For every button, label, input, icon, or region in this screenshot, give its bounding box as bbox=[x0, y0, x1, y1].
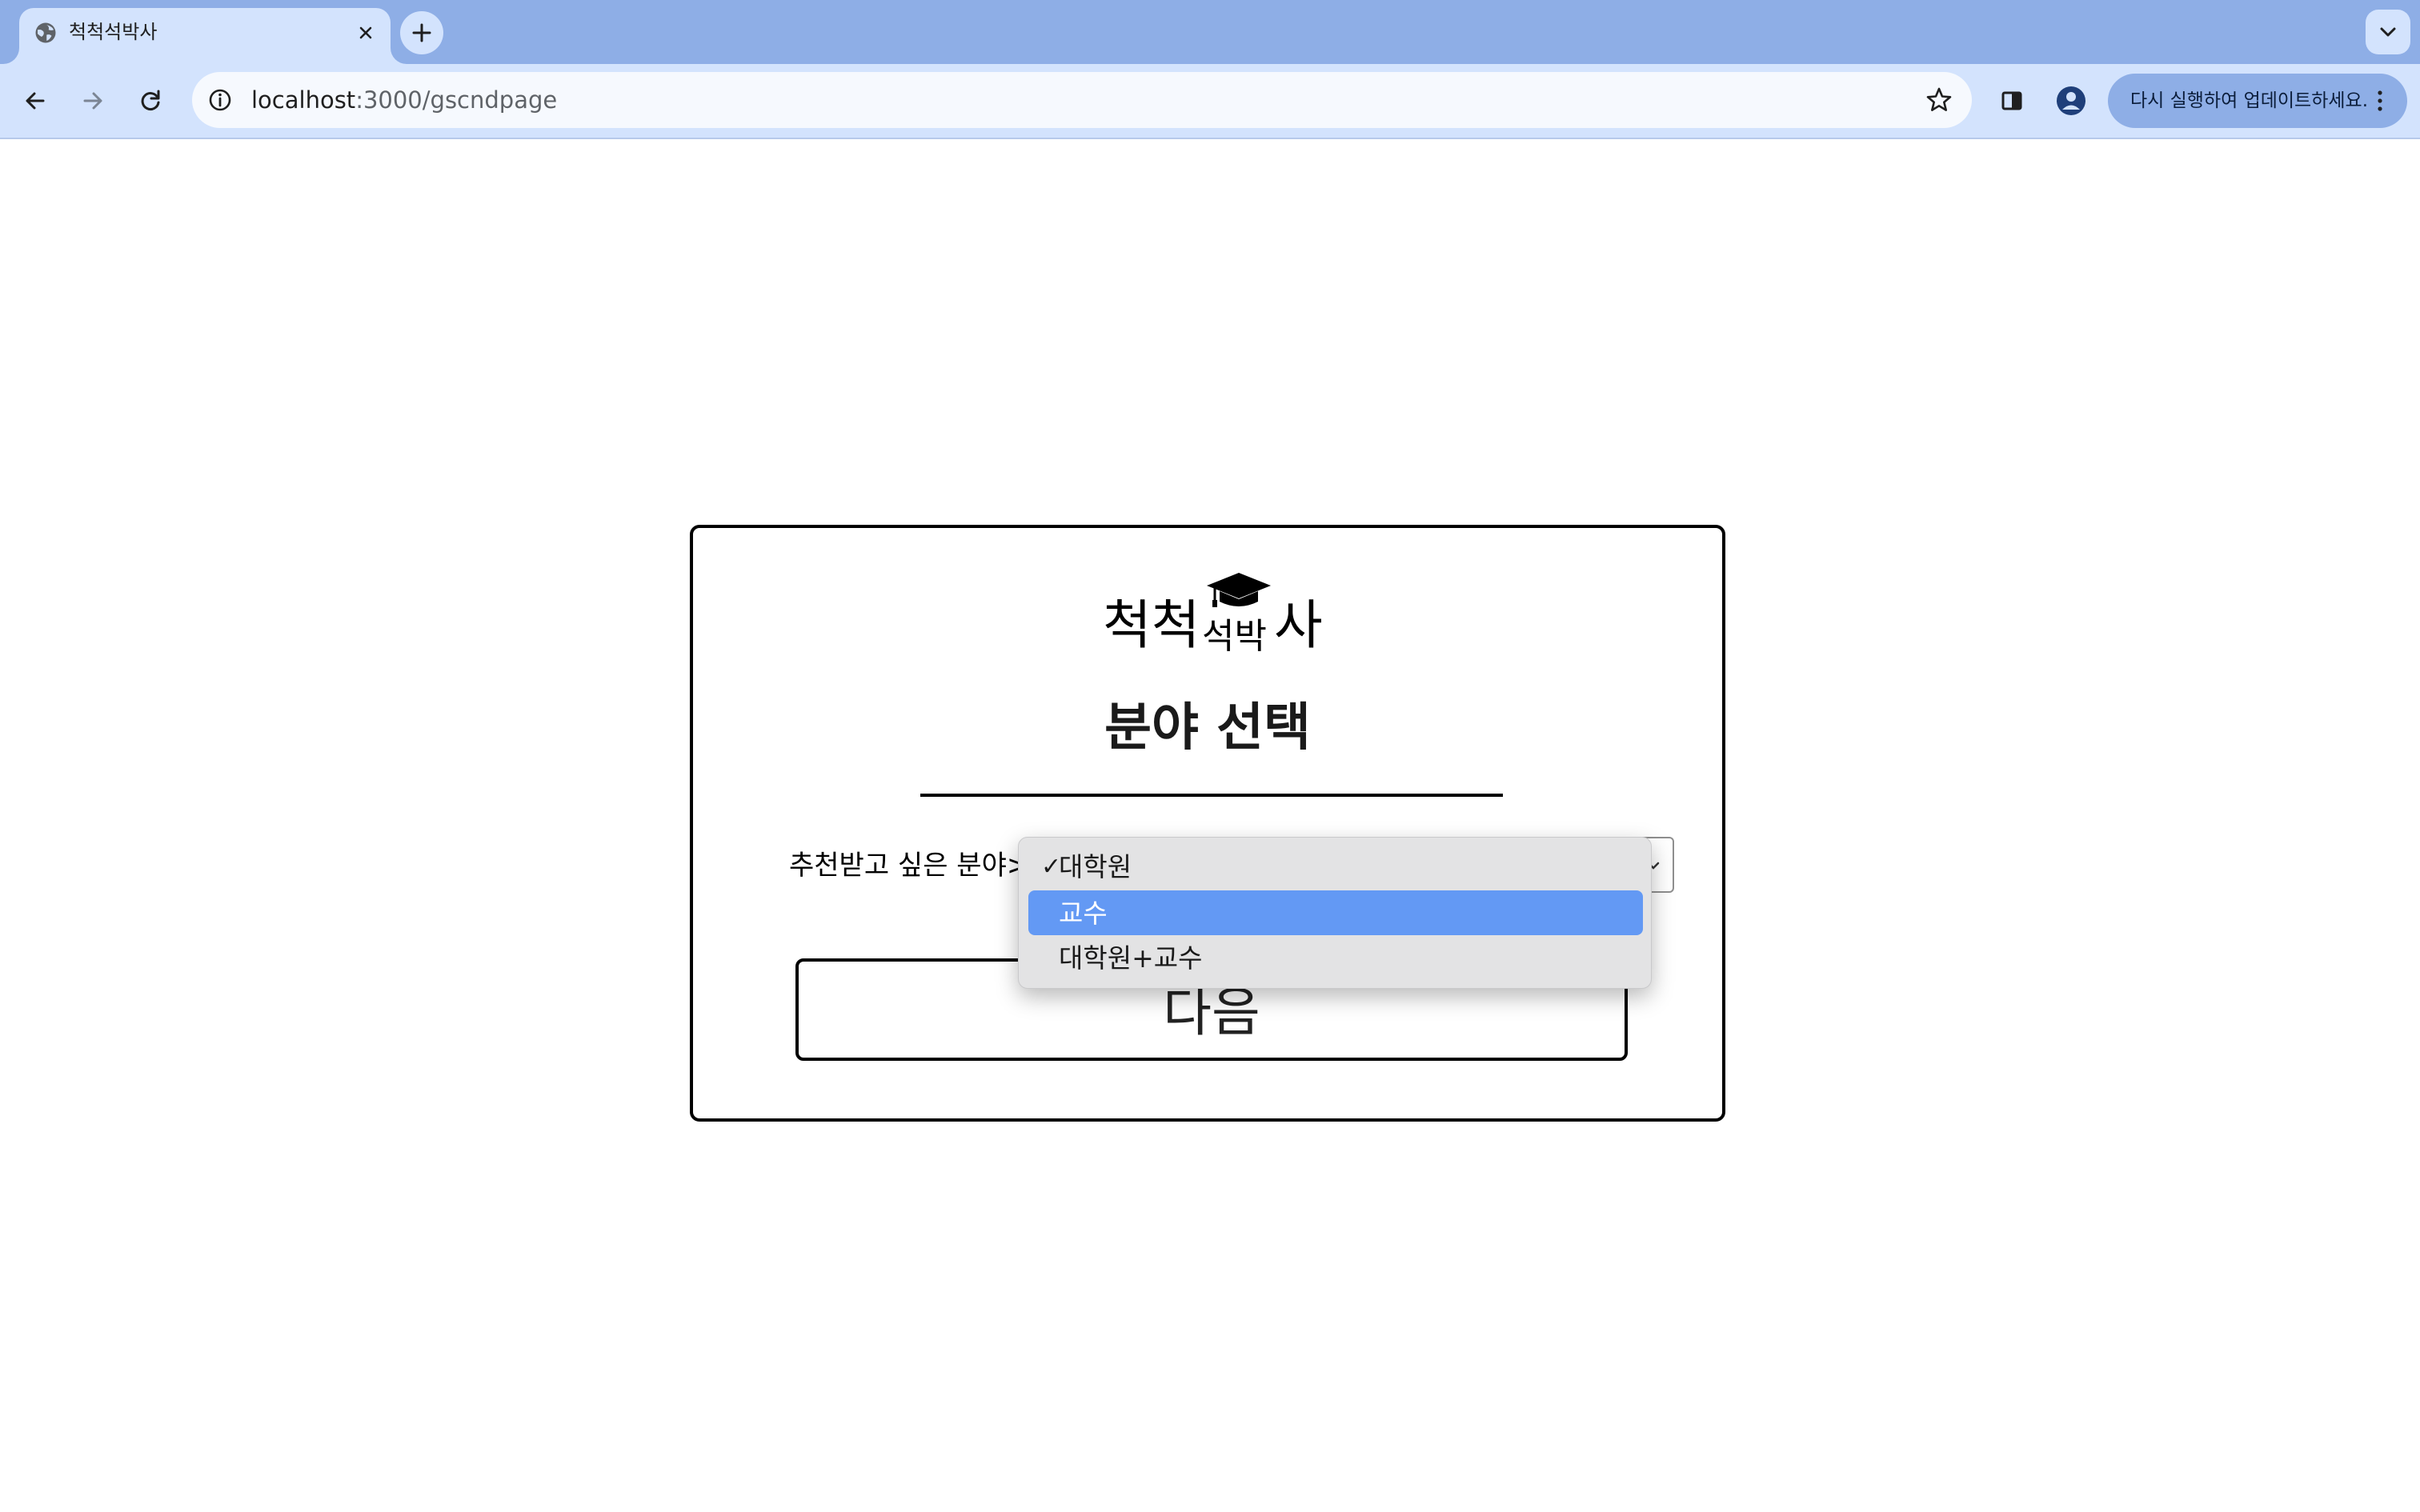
kebab-menu-icon[interactable] bbox=[2366, 86, 2394, 115]
option-label: 교수 bbox=[1059, 898, 1108, 929]
field-label: 추천받고 싶은 분야> bbox=[789, 850, 1030, 882]
option-label: 대학원 bbox=[1059, 851, 1132, 882]
profile-button[interactable] bbox=[2049, 78, 2093, 123]
star-icon[interactable] bbox=[1921, 82, 1957, 118]
forward-arrow-icon bbox=[83, 92, 102, 110]
url-text[interactable]: localhost:3000/gscndpage bbox=[251, 86, 557, 114]
browser-tab[interactable]: 척척석박사 bbox=[19, 8, 391, 64]
back-button[interactable] bbox=[13, 78, 58, 123]
title-divider bbox=[920, 794, 1503, 797]
logo-text-part3: 사 bbox=[1274, 594, 1323, 656]
option-grad-school-and-professor[interactable]: 대학원+교수 bbox=[1028, 935, 1643, 980]
chevron-down-icon bbox=[2380, 27, 2396, 37]
tab-strip: 척척석박사 bbox=[0, 0, 2420, 64]
side-panel-icon bbox=[2001, 91, 2022, 110]
url-path: :3000/gscndpage bbox=[355, 86, 558, 114]
close-icon[interactable] bbox=[352, 19, 379, 46]
url-host: localhost bbox=[251, 86, 356, 114]
tab-title: 척척석박사 bbox=[69, 21, 158, 43]
forward-button[interactable] bbox=[70, 78, 115, 123]
option-label: 대학원+교수 bbox=[1059, 942, 1203, 974]
profile-icon bbox=[2057, 86, 2085, 115]
selection-card: 척척 석박 사 분야 선택 추천받고 싶은 분야> 다음 bbox=[690, 525, 1725, 1122]
logo-text-part2: 석박 bbox=[1202, 616, 1267, 657]
field-dropdown-menu: ✓ 대학원 교수 대학원+교수 bbox=[1018, 837, 1652, 989]
globe-icon bbox=[34, 21, 58, 45]
address-bar[interactable]: localhost:3000/gscndpage bbox=[192, 72, 1972, 128]
info-icon[interactable] bbox=[203, 83, 237, 117]
plus-icon bbox=[412, 23, 431, 42]
reload-icon bbox=[141, 90, 160, 110]
option-grad-school[interactable]: ✓ 대학원 bbox=[1028, 844, 1643, 889]
page-title: 분야 선택 bbox=[1104, 698, 1311, 758]
graduation-cap-icon bbox=[1205, 570, 1272, 618]
update-label: 다시 실행하여 업데이트하세요. bbox=[2130, 90, 2369, 111]
next-button-label: 다음 bbox=[1163, 982, 1260, 1043]
tab-search-button[interactable] bbox=[2366, 10, 2410, 54]
side-panel-button[interactable] bbox=[1989, 78, 2034, 123]
update-chip[interactable]: 다시 실행하여 업데이트하세요. bbox=[2108, 74, 2407, 128]
option-professor[interactable]: 교수 bbox=[1028, 890, 1643, 935]
logo-text-part1: 척척 bbox=[1103, 594, 1200, 656]
new-tab-button[interactable] bbox=[400, 11, 443, 54]
browser-toolbar: localhost:3000/gscndpage 다시 실행하여 업데이트하세요… bbox=[0, 64, 2420, 139]
back-arrow-icon bbox=[26, 92, 45, 110]
logo: 척척 석박 사 bbox=[1103, 570, 1327, 666]
reload-button[interactable] bbox=[128, 78, 173, 123]
